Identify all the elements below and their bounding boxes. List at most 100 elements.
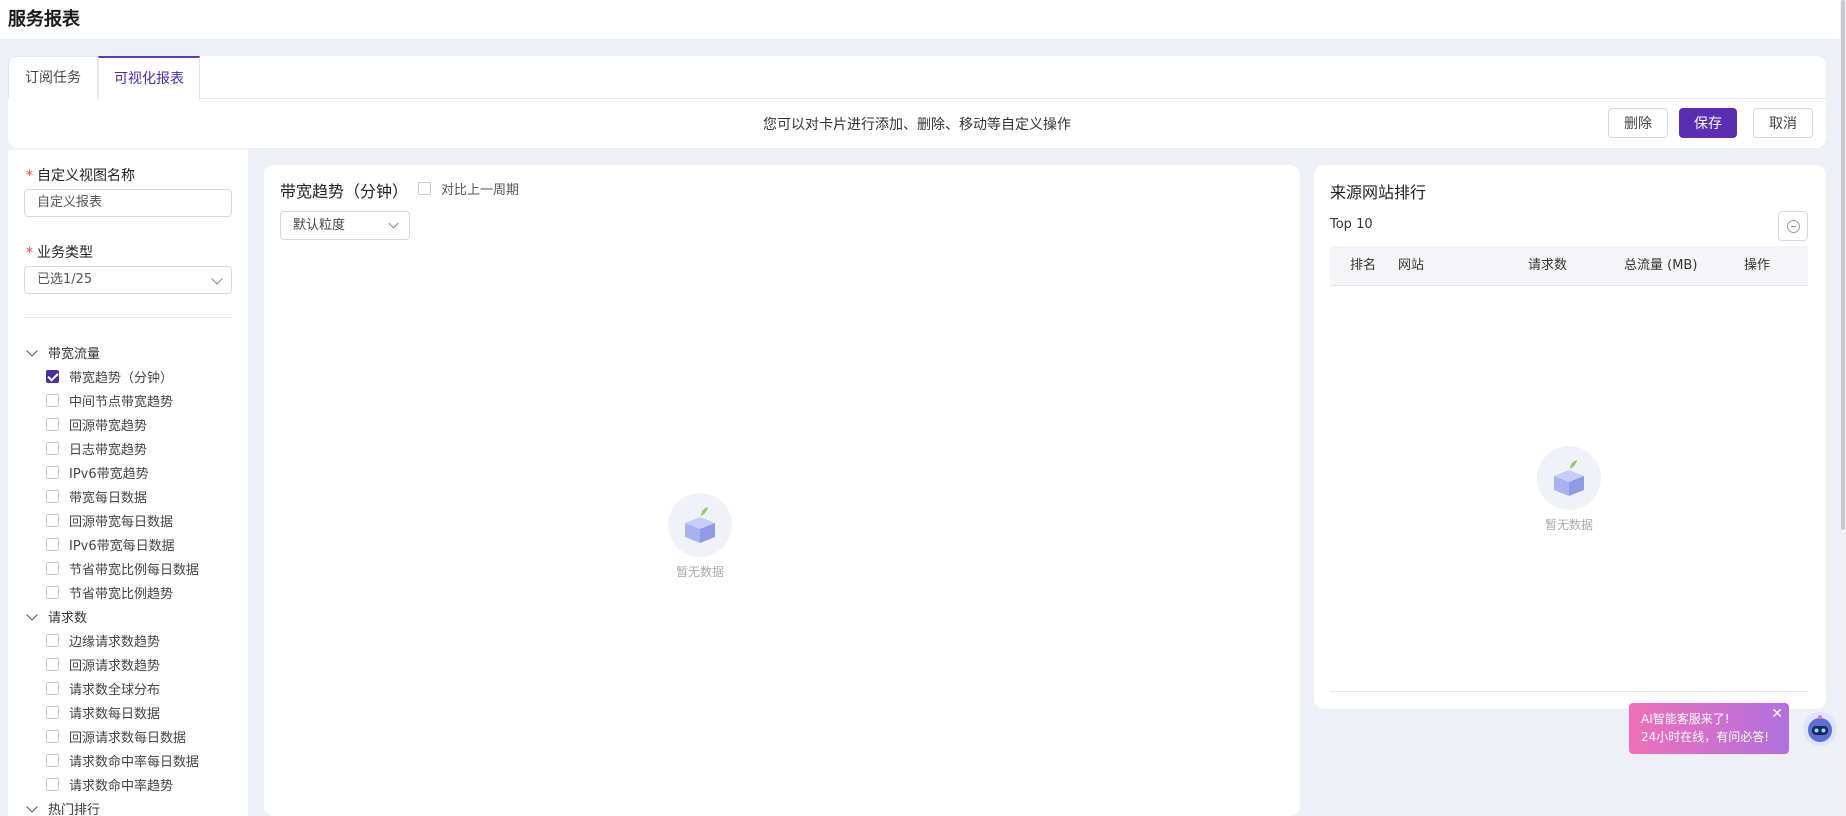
- checkbox-icon[interactable]: [46, 706, 59, 719]
- report-option[interactable]: 日志带宽趋势: [46, 439, 147, 458]
- checkbox-icon[interactable]: [46, 490, 59, 503]
- empty-state: 暂无数据: [650, 493, 750, 580]
- checkbox-icon[interactable]: [46, 442, 59, 455]
- tree-group[interactable]: 带宽流量: [24, 343, 100, 362]
- report-option-label: 请求数全球分布: [69, 683, 161, 698]
- report-option-label: IPv6带宽趋势: [69, 467, 149, 482]
- report-option[interactable]: 回源带宽每日数据: [46, 511, 173, 530]
- bandwidth-trend-card[interactable]: 带宽趋势（分钟） 对比上一周期 默认粒度 暂无数据: [264, 165, 1300, 816]
- ai-line-2: 24小时在线，有问必答!: [1641, 730, 1770, 744]
- report-option-label: 带宽每日数据: [69, 491, 148, 506]
- source-site-rank-card[interactable]: 来源网站排行 Top 10 排名 网站 请求数 总流量 (MB) 操作 暂无数据: [1314, 165, 1826, 709]
- divider: [24, 317, 232, 318]
- checkbox-icon[interactable]: [46, 658, 59, 671]
- report-option-label: 请求数命中率趋势: [69, 779, 174, 794]
- report-option-label: 节省带宽比例每日数据: [69, 563, 200, 578]
- report-option-label: 回源请求数每日数据: [69, 731, 187, 746]
- close-icon[interactable]: ✕: [1771, 705, 1783, 723]
- report-option-label: 边缘请求数趋势: [69, 635, 161, 650]
- bandwidth-card-title: 带宽趋势（分钟）: [280, 182, 409, 201]
- rank-card-title: 来源网站排行: [1330, 183, 1427, 202]
- chevron-down-icon: [388, 218, 399, 229]
- remove-card-button[interactable]: [1778, 211, 1808, 241]
- report-option[interactable]: 请求数每日数据: [46, 703, 160, 722]
- empty-box-icon: [668, 493, 732, 557]
- tree-group[interactable]: 请求数: [24, 607, 87, 626]
- report-option-label: 中间节点带宽趋势: [69, 395, 174, 410]
- report-option-label: 节省带宽比例趋势: [69, 587, 174, 602]
- tab-visual-report[interactable]: 可视化报表: [98, 56, 200, 100]
- checkbox-icon[interactable]: [46, 466, 59, 479]
- save-button[interactable]: 保存: [1679, 108, 1737, 138]
- tab-subscription-tasks[interactable]: 订阅任务: [8, 56, 98, 99]
- report-option-label: 日志带宽趋势: [69, 443, 148, 458]
- report-option-label: 回源请求数趋势: [69, 659, 161, 674]
- column-actions: 操作: [1744, 258, 1771, 273]
- report-option[interactable]: IPv6带宽每日数据: [46, 535, 175, 554]
- granularity-select[interactable]: 默认粒度: [280, 211, 410, 240]
- report-tab-card: 订阅任务 可视化报表 您可以对卡片进行添加、删除、移动等自定义操作 删除 保存 …: [8, 56, 1826, 148]
- report-option[interactable]: 带宽每日数据: [46, 487, 147, 506]
- chevron-down-icon: [211, 273, 223, 285]
- page-scrollbar-thumb[interactable]: [1841, 0, 1845, 530]
- business-type-label: * 业务类型: [26, 245, 93, 261]
- empty-state: 暂无数据: [1519, 446, 1619, 533]
- column-traffic: 总流量 (MB): [1624, 258, 1698, 273]
- checkbox-icon[interactable]: [46, 418, 59, 431]
- config-sidebar: * 自定义视图名称 自定义报表 * 业务类型 已选1/25 带宽流量 带宽趋势（分钟）…: [8, 150, 248, 816]
- checkbox-icon[interactable]: [46, 682, 59, 695]
- checkbox-icon[interactable]: [46, 778, 59, 791]
- ai-robot-avatar[interactable]: [1803, 712, 1837, 746]
- checkbox-icon[interactable]: [46, 514, 59, 527]
- minus-circle-icon: [1787, 220, 1800, 233]
- report-option[interactable]: 带宽趋势（分钟）: [46, 367, 173, 386]
- empty-box-icon: [1537, 446, 1601, 510]
- checkbox-checked-icon[interactable]: [46, 370, 59, 383]
- tree-group-label: 请求数: [48, 611, 88, 626]
- report-option-label: 带宽趋势（分钟）: [69, 371, 174, 386]
- report-option[interactable]: 节省带宽比例每日数据: [46, 559, 199, 578]
- business-type-select[interactable]: 已选1/25: [24, 266, 232, 294]
- view-name-input[interactable]: 自定义报表: [24, 189, 232, 217]
- top-label: Top 10: [1330, 217, 1373, 232]
- column-site: 网站: [1398, 258, 1425, 273]
- checkbox-icon[interactable]: [46, 586, 59, 599]
- checkbox-icon[interactable]: [46, 394, 59, 407]
- checkbox-icon[interactable]: [46, 730, 59, 743]
- tree-group-label: 带宽流量: [48, 347, 101, 362]
- table-footer-divider: [1330, 691, 1808, 692]
- checkbox-icon[interactable]: [46, 754, 59, 767]
- report-option[interactable]: 回源请求数每日数据: [46, 727, 186, 746]
- checkbox-icon[interactable]: [46, 634, 59, 647]
- checkbox-icon[interactable]: [46, 562, 59, 575]
- column-requests: 请求数: [1528, 258, 1568, 273]
- delete-button[interactable]: 删除: [1608, 108, 1668, 138]
- report-option[interactable]: 请求数命中率每日数据: [46, 751, 199, 770]
- report-option-label: 请求数每日数据: [69, 707, 161, 722]
- empty-text: 暂无数据: [675, 565, 724, 579]
- checkbox-icon[interactable]: [46, 538, 59, 551]
- top-bar: 服务报表: [0, 0, 1846, 40]
- ai-assistant-bubble[interactable]: AI智能客服来了! 24小时在线，有问必答! ✕: [1629, 703, 1789, 754]
- tree-group-label: 热门排行: [48, 803, 101, 816]
- required-mark: *: [26, 168, 33, 184]
- required-mark: *: [26, 245, 33, 261]
- report-option[interactable]: IPv6带宽趋势: [46, 463, 149, 482]
- chevron-down-icon: [26, 344, 38, 357]
- report-option[interactable]: 回源带宽趋势: [46, 415, 147, 434]
- report-option[interactable]: 节省带宽比例趋势: [46, 583, 173, 602]
- compare-previous-checkbox[interactable]: 对比上一周期: [418, 179, 519, 198]
- cancel-button[interactable]: 取消: [1753, 108, 1813, 138]
- report-option[interactable]: 中间节点带宽趋势: [46, 391, 173, 410]
- tree-group[interactable]: 热门排行: [24, 799, 100, 816]
- report-option-label: 回源带宽趋势: [69, 419, 148, 434]
- report-option[interactable]: 请求数命中率趋势: [46, 775, 173, 794]
- report-option[interactable]: 请求数全球分布: [46, 679, 160, 698]
- checkbox-icon: [418, 182, 431, 195]
- report-option[interactable]: 回源请求数趋势: [46, 655, 160, 674]
- report-option-label: 请求数命中率每日数据: [69, 755, 200, 770]
- chevron-down-icon: [26, 800, 38, 813]
- table-header: 排名 网站 请求数 总流量 (MB) 操作: [1330, 246, 1808, 286]
- customize-hint: 您可以对卡片进行添加、删除、移动等自定义操作: [763, 117, 1071, 133]
- report-option[interactable]: 边缘请求数趋势: [46, 631, 160, 650]
